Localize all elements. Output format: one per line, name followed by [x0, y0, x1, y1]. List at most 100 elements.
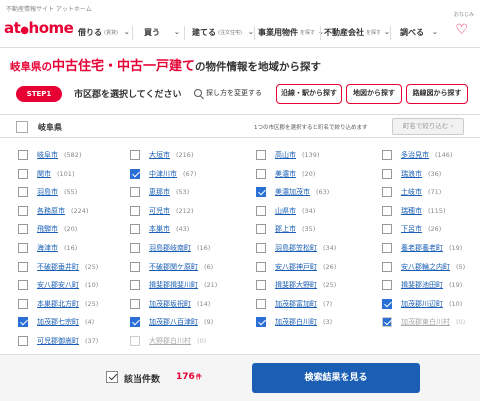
city-option[interactable]: 養老郡養老町 (19)	[382, 240, 462, 256]
city-option[interactable]: 加茂郡川辺町 (10)	[382, 296, 462, 312]
nav-agency[interactable]: 不動産会社 を探す ⌄	[324, 24, 390, 40]
city-name[interactable]: 瑞浪市	[401, 169, 422, 179]
city-name[interactable]: 加茂郡白川町	[275, 317, 317, 327]
city-option[interactable]: 海津市 (16)	[18, 240, 77, 256]
city-option[interactable]: 山県市 (34)	[256, 203, 315, 219]
city-name[interactable]: 美濃市	[275, 169, 296, 179]
city-checkbox[interactable]	[256, 187, 266, 198]
city-name[interactable]: 可児郡御嵩町	[37, 336, 79, 346]
nav-build[interactable]: 建てる (注文住宅) ⌄	[192, 24, 254, 40]
change-search-method-link[interactable]: 探し方を変更する	[194, 88, 262, 98]
city-checkbox[interactable]	[382, 150, 392, 160]
city-checkbox[interactable]	[256, 243, 266, 253]
city-name[interactable]: 多治見市	[401, 150, 429, 160]
heart-icon[interactable]: ♡	[455, 22, 468, 38]
city-option[interactable]: 恵那市 (53)	[130, 184, 189, 200]
nav-rent[interactable]: 借りる (賃貸) ⌄	[78, 24, 130, 40]
city-name[interactable]: 瑞穂市	[401, 206, 422, 216]
city-name[interactable]: 可児市	[149, 206, 170, 216]
city-option[interactable]: 揖斐郡揖斐川町 (21)	[130, 277, 217, 293]
city-name[interactable]: 大垣市	[149, 150, 170, 160]
city-checkbox[interactable]	[18, 150, 28, 160]
city-option[interactable]: 加茂郡七宗町 (4)	[18, 314, 94, 330]
city-option[interactable]: 可児郡御嵩町 (37)	[18, 333, 98, 349]
city-checkbox[interactable]	[130, 317, 140, 328]
city-option[interactable]: 岐阜市 (582)	[18, 147, 81, 163]
city-name[interactable]: 加茂郡坂祝町	[149, 299, 191, 309]
city-option[interactable]: 各務原市 (224)	[18, 203, 88, 219]
city-option[interactable]: 美濃加茂市 (63)	[256, 184, 329, 200]
city-checkbox[interactable]	[130, 168, 140, 179]
city-checkbox[interactable]	[382, 168, 392, 179]
city-checkbox[interactable]	[256, 298, 266, 309]
city-checkbox[interactable]	[256, 317, 266, 328]
city-name[interactable]: 山県市	[275, 206, 296, 216]
city-name[interactable]: 加茂郡八百津町	[149, 317, 198, 327]
city-option[interactable]: 多治見市 (146)	[382, 147, 452, 163]
nav-business[interactable]: 事業用物件を探す⌄	[258, 24, 324, 40]
city-name[interactable]: 羽島郡岐南町	[149, 243, 191, 253]
city-option[interactable]: 本巣市 (43)	[130, 221, 189, 237]
city-checkbox[interactable]	[130, 298, 140, 309]
city-checkbox[interactable]	[382, 187, 392, 198]
city-name[interactable]: 揖斐郡池田町	[401, 280, 443, 290]
city-name[interactable]: 加茂郡川辺町	[401, 299, 443, 309]
result-count-checkbox[interactable]	[106, 371, 118, 383]
city-option[interactable]: 下呂市 (26)	[382, 221, 441, 237]
city-name[interactable]: 安八郡安八町	[37, 280, 79, 290]
city-name[interactable]: 不破郡関ケ原町	[149, 262, 198, 272]
city-option[interactable]: 揖斐郡池田町 (19)	[382, 277, 462, 293]
city-option[interactable]: 可児市 (212)	[130, 203, 193, 219]
city-name[interactable]: 安八郡輪之内町	[401, 262, 450, 272]
city-name[interactable]: 揖斐郡大野町	[275, 280, 317, 290]
city-name[interactable]: 本巣郡北方町	[37, 299, 79, 309]
view-search-results-button[interactable]: 検索結果を見る	[252, 363, 420, 393]
city-option[interactable]: 加茂郡坂祝町 (14)	[130, 296, 210, 312]
city-name[interactable]: 土岐市	[401, 187, 422, 197]
city-name[interactable]: 中津川市	[149, 169, 177, 179]
city-name[interactable]: 恵那市	[149, 187, 170, 197]
city-checkbox[interactable]	[130, 205, 140, 216]
city-checkbox[interactable]	[18, 280, 28, 291]
city-option[interactable]: 中津川市 (67)	[130, 166, 196, 182]
city-name[interactable]: 海津市	[37, 243, 58, 253]
city-name[interactable]: 安八郡神戸町	[275, 262, 317, 272]
city-checkbox[interactable]	[18, 317, 28, 328]
city-checkbox[interactable]	[130, 243, 140, 253]
city-option[interactable]: 揖斐郡大野町 (25)	[256, 277, 336, 293]
city-name[interactable]: 本巣市	[149, 224, 170, 234]
city-option[interactable]: 大垣市 (216)	[130, 147, 193, 163]
city-name[interactable]: 高山市	[275, 150, 296, 160]
city-checkbox[interactable]	[18, 168, 28, 179]
city-checkbox[interactable]	[18, 187, 28, 198]
city-name[interactable]: 各務原市	[37, 206, 65, 216]
city-checkbox[interactable]	[18, 205, 28, 216]
city-option[interactable]: 飛騨市 (20)	[18, 221, 77, 237]
city-option[interactable]: 関市 (101)	[18, 166, 74, 182]
city-checkbox[interactable]	[256, 280, 266, 291]
city-name[interactable]: 岐阜市	[37, 150, 58, 160]
narrow-by-town-button[interactable]: 町名で絞り込む ›	[392, 118, 464, 135]
city-checkbox[interactable]	[256, 150, 266, 160]
city-option[interactable]: 安八郡安八町 (10)	[18, 277, 98, 293]
city-name[interactable]: 加茂郡七宗町	[37, 317, 79, 327]
city-checkbox[interactable]	[256, 168, 266, 179]
city-option[interactable]: 郡上市 (35)	[256, 221, 315, 237]
nav-research[interactable]: 調べる ⌄	[400, 24, 438, 40]
city-name[interactable]: 飛騨市	[37, 224, 58, 234]
athome-logo[interactable]: at●home	[4, 19, 74, 37]
city-checkbox[interactable]	[382, 261, 392, 272]
city-name[interactable]: 下呂市	[401, 224, 422, 234]
search-by-route-map-button[interactable]: 路線図から探す	[406, 84, 468, 104]
city-option[interactable]: 羽島郡笠松町 (34)	[256, 240, 336, 256]
city-checkbox[interactable]	[382, 280, 392, 291]
city-checkbox[interactable]	[130, 280, 140, 291]
city-checkbox[interactable]	[256, 205, 266, 216]
nav-buy[interactable]: 買う ⌄	[144, 24, 180, 40]
city-option[interactable]: 加茂郡富加町 (7)	[256, 296, 332, 312]
city-option[interactable]: 瑞浪市 (36)	[382, 166, 441, 182]
city-option[interactable]: 本巣郡北方町 (25)	[18, 296, 98, 312]
city-checkbox[interactable]	[18, 336, 28, 346]
city-checkbox[interactable]	[382, 298, 392, 309]
city-option[interactable]: 瑞穂市 (115)	[382, 203, 445, 219]
